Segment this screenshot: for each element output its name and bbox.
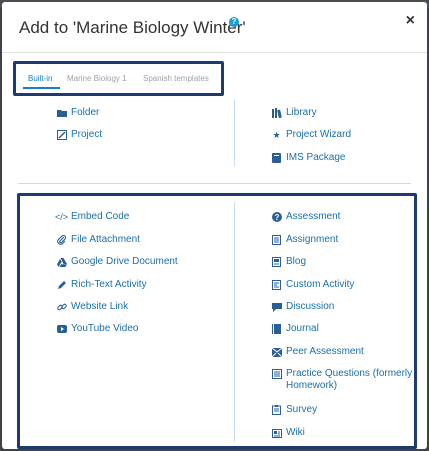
project-icon bbox=[56, 129, 67, 141]
highlight-box bbox=[17, 193, 417, 449]
add-survey[interactable]: Survey bbox=[271, 404, 317, 416]
link-icon bbox=[56, 301, 67, 313]
item-label: Assignment bbox=[286, 234, 339, 245]
item-label: Survey bbox=[286, 404, 318, 415]
svg-text:?: ? bbox=[274, 213, 279, 222]
peer-assessment-icon bbox=[271, 346, 282, 358]
add-rich-text-activity[interactable]: Rich-Text Activity bbox=[56, 279, 147, 291]
add-file-attachment[interactable]: File Attachment bbox=[56, 234, 140, 246]
wiki-icon bbox=[271, 427, 282, 439]
document-icon bbox=[271, 234, 282, 246]
dialog-title: Add to 'Marine Biology Winter' bbox=[19, 18, 246, 37]
question-circle-icon: ? bbox=[271, 211, 282, 223]
add-peer-assessment[interactable]: Peer Assessment bbox=[271, 346, 364, 358]
add-website-link[interactable]: Website Link bbox=[56, 301, 128, 313]
blog-icon bbox=[271, 256, 282, 268]
add-dialog: Add to 'Marine Biology Winter' ? × Built… bbox=[2, 2, 427, 449]
tab-spanish-templates[interactable]: Spanish templates bbox=[143, 74, 209, 83]
add-practice-questions[interactable]: Practice Questions (formerly Homework) bbox=[271, 368, 417, 392]
add-folder[interactable]: Folder bbox=[56, 107, 99, 119]
google-drive-icon bbox=[56, 256, 67, 268]
youtube-icon bbox=[56, 323, 67, 335]
item-label: Peer Assessment bbox=[286, 346, 364, 357]
item-label: Google Drive Document bbox=[71, 256, 178, 267]
discussion-icon bbox=[271, 301, 282, 313]
header-divider bbox=[2, 52, 427, 53]
add-project[interactable]: Project bbox=[56, 129, 102, 141]
close-icon[interactable]: × bbox=[406, 12, 415, 30]
item-label: IMS Package bbox=[286, 152, 346, 163]
template-tabs: Built-in Marine Biology 1 Spanish templa… bbox=[13, 61, 224, 96]
add-youtube-video[interactable]: YouTube Video bbox=[56, 323, 138, 335]
folder-icon bbox=[56, 107, 67, 119]
add-assessment[interactable]: ? Assessment bbox=[271, 211, 340, 223]
column-divider-top bbox=[234, 100, 235, 166]
add-blog[interactable]: Blog bbox=[271, 256, 306, 268]
section-divider bbox=[18, 183, 411, 184]
tab-built-in[interactable]: Built-in bbox=[28, 74, 52, 83]
item-label: Folder bbox=[71, 107, 100, 118]
add-ims-package[interactable]: IMS Package bbox=[271, 152, 345, 164]
item-label: File Attachment bbox=[71, 234, 140, 245]
item-label: Project bbox=[71, 129, 103, 140]
survey-icon bbox=[271, 404, 282, 416]
add-journal[interactable]: Journal bbox=[271, 323, 319, 335]
item-label: Library bbox=[286, 107, 317, 118]
custom-activity-icon bbox=[271, 279, 282, 291]
add-google-drive-document[interactable]: Google Drive Document bbox=[56, 256, 178, 268]
add-library[interactable]: Library bbox=[271, 107, 317, 119]
item-label: Embed Code bbox=[71, 211, 130, 222]
journal-icon bbox=[271, 323, 282, 335]
add-discussion[interactable]: Discussion bbox=[271, 301, 334, 313]
item-label: Assessment bbox=[286, 211, 341, 222]
star-icon: ★ bbox=[272, 130, 281, 140]
paperclip-icon bbox=[56, 234, 67, 246]
add-wiki[interactable]: Wiki bbox=[271, 427, 305, 439]
item-label: Website Link bbox=[71, 301, 129, 312]
package-icon bbox=[271, 152, 282, 164]
help-icon[interactable]: ? bbox=[229, 17, 239, 27]
item-label: Rich-Text Activity bbox=[71, 279, 147, 290]
active-tab-indicator bbox=[23, 87, 60, 89]
pencil-icon bbox=[56, 279, 67, 291]
tab-marine-biology-1[interactable]: Marine Biology 1 bbox=[67, 74, 127, 83]
practice-questions-icon bbox=[271, 368, 282, 380]
add-custom-activity[interactable]: Custom Activity bbox=[271, 279, 354, 291]
add-embed-code[interactable]: </> Embed Code bbox=[55, 211, 130, 223]
item-label: YouTube Video bbox=[71, 323, 139, 334]
item-label: Journal bbox=[286, 323, 319, 334]
code-icon: </> bbox=[55, 212, 69, 222]
item-label: Discussion bbox=[286, 301, 335, 312]
item-label: Custom Activity bbox=[286, 279, 355, 290]
add-project-wizard[interactable]: ★ Project Wizard bbox=[271, 129, 351, 141]
item-label: Blog bbox=[286, 256, 307, 267]
item-label: Project Wizard bbox=[286, 129, 352, 140]
item-label: Wiki bbox=[286, 427, 305, 438]
library-icon bbox=[271, 107, 282, 119]
item-label: Practice Questions (formerly Homework) bbox=[286, 368, 413, 391]
add-assignment[interactable]: Assignment bbox=[271, 234, 338, 246]
